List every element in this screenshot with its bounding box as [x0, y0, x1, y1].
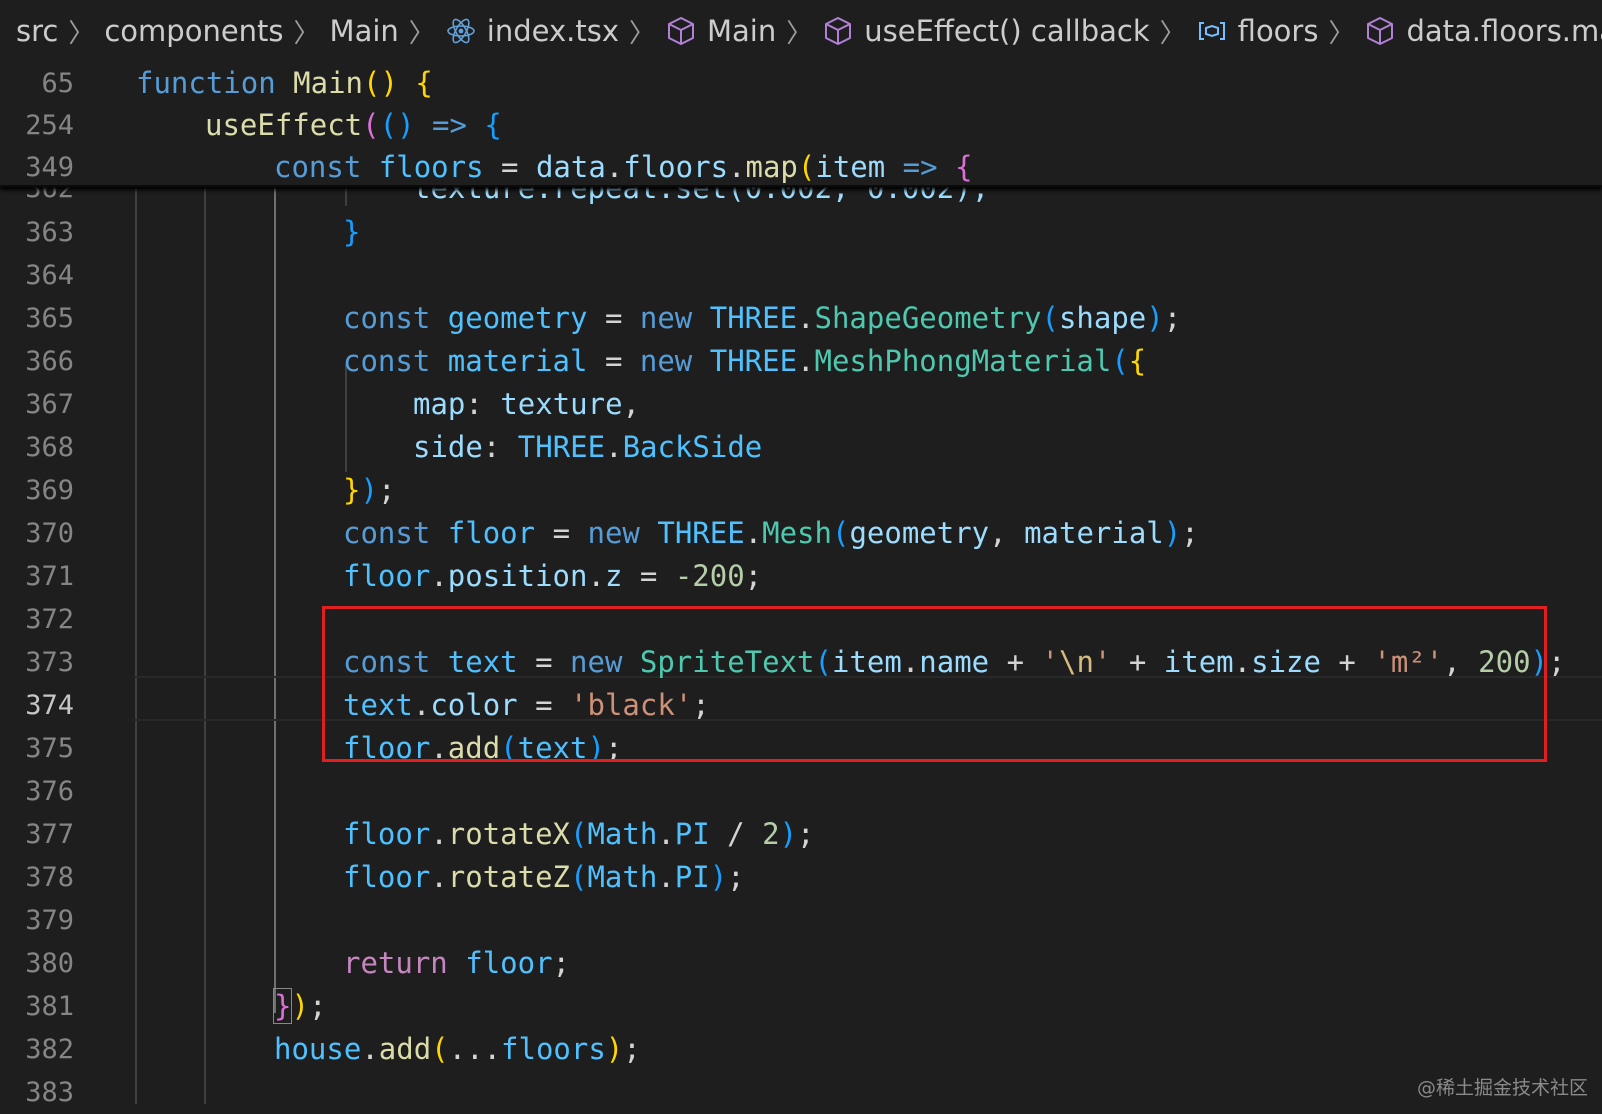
- code-text: floor.rotateZ(Math.PI);: [343, 860, 745, 894]
- code-line[interactable]: 368 side: THREE.BackSide: [0, 426, 1602, 469]
- line-number: 65: [41, 68, 74, 99]
- breadcrumb-label: data.floors.map: [1406, 14, 1602, 48]
- code-line[interactable]: 367 map: texture,: [0, 383, 1602, 426]
- line-number: 367: [25, 389, 74, 420]
- line-number: 365: [25, 303, 74, 334]
- code-text: });: [272, 988, 327, 1024]
- code-line[interactable]: 381 });: [0, 985, 1602, 1028]
- breadcrumb-label: Main: [329, 14, 399, 48]
- line-number: 254: [25, 110, 74, 141]
- sticky-line[interactable]: 65 function Main() {: [0, 62, 1602, 105]
- line-number: 372: [25, 604, 74, 635]
- code-text: floor.position.z = -200;: [343, 559, 763, 593]
- breadcrumb-label: useEffect() callback: [864, 14, 1150, 48]
- code-line[interactable]: 382 house.add(...floors);: [0, 1028, 1602, 1071]
- breadcrumb-label: src: [16, 14, 59, 48]
- breadcrumb-item-src[interactable]: src: [16, 14, 58, 48]
- line-number: 379: [25, 905, 74, 936]
- chevron-right-icon: 〉: [629, 18, 656, 49]
- breadcrumb-label: floors: [1237, 14, 1319, 48]
- code-line[interactable]: 383: [0, 1071, 1602, 1114]
- line-number: 369: [25, 475, 74, 506]
- code-text: house.add(...floors);: [274, 1032, 641, 1066]
- breadcrumb-item-useeffect[interactable]: useEffect() callback: [822, 14, 1150, 48]
- code-line[interactable]: 366 const material = new THREE.MeshPhong…: [0, 340, 1602, 383]
- variable-icon: [1196, 15, 1228, 47]
- code-text: const geometry = new THREE.ShapeGeometry…: [343, 301, 1182, 335]
- code-text: side: THREE.BackSide: [413, 430, 763, 464]
- chevron-right-icon: 〉: [1328, 18, 1355, 49]
- sticky-line[interactable]: 254 useEffect(() => {: [0, 104, 1602, 147]
- code-text: return floor;: [343, 946, 571, 980]
- breadcrumb-label: components: [104, 14, 284, 48]
- code-text: floor.rotateX(Math.PI / 2);: [343, 817, 815, 851]
- line-number: 382: [25, 1034, 74, 1065]
- code-text: map: texture,: [413, 387, 641, 421]
- line-number: 381: [25, 991, 74, 1022]
- line-number-active: 374: [25, 690, 74, 721]
- code-text: useEffect(() => {: [205, 108, 502, 142]
- code-text: const material = new THREE.MeshPhongMate…: [343, 344, 1147, 378]
- line-number: 378: [25, 862, 74, 893]
- line-number: 376: [25, 776, 74, 807]
- breadcrumb-label: index.tsx: [486, 14, 619, 48]
- line-number: 383: [25, 1077, 74, 1108]
- breadcrumb-item-data-floors-map[interactable]: data.floors.map: [1364, 14, 1602, 48]
- line-number: 375: [25, 733, 74, 764]
- code-text: }: [343, 215, 361, 249]
- code-line[interactable]: 370 const floor = new THREE.Mesh(geometr…: [0, 512, 1602, 555]
- line-number: 371: [25, 561, 74, 592]
- code-line[interactable]: 369 });: [0, 469, 1602, 512]
- line-number: 349: [25, 152, 74, 183]
- code-line[interactable]: 379: [0, 899, 1602, 942]
- code-line[interactable]: 371 floor.position.z = -200;: [0, 555, 1602, 598]
- chevron-right-icon: 〉: [408, 18, 435, 49]
- chevron-right-icon: 〉: [68, 18, 95, 49]
- breadcrumb-item-components[interactable]: components: [104, 14, 283, 48]
- red-annotation-box: [322, 606, 1547, 762]
- breadcrumb-item-main-function[interactable]: Main: [665, 14, 776, 48]
- code-line[interactable]: 376: [0, 770, 1602, 813]
- line-number: 370: [25, 518, 74, 549]
- code-line[interactable]: 364: [0, 254, 1602, 297]
- breadcrumb: src 〉 components 〉 Main 〉 index.tsx 〉 Ma…: [0, 0, 1602, 62]
- code-line[interactable]: 378 floor.rotateZ(Math.PI);: [0, 856, 1602, 899]
- breadcrumb-item-floors[interactable]: floors: [1196, 14, 1319, 48]
- watermark: @稀土掘金技术社区: [1416, 1077, 1588, 1099]
- chevron-right-icon: 〉: [293, 18, 320, 49]
- line-number: 380: [25, 948, 74, 979]
- cube-icon: [822, 15, 854, 47]
- line-number: 363: [25, 217, 74, 248]
- breadcrumb-item-main-folder[interactable]: Main: [330, 14, 399, 48]
- code-text: const floors = data.floors.map(item => {: [274, 150, 973, 184]
- chevron-right-icon: 〉: [786, 18, 813, 49]
- breadcrumb-label: Main: [707, 14, 777, 48]
- code-line[interactable]: 377 floor.rotateX(Math.PI / 2);: [0, 813, 1602, 856]
- line-number: 373: [25, 647, 74, 678]
- line-number: 364: [25, 260, 74, 291]
- line-number: 366: [25, 346, 74, 377]
- code-text: function Main() {: [136, 66, 433, 100]
- code-line[interactable]: 380 return floor;: [0, 942, 1602, 985]
- code-line[interactable]: 363 }: [0, 211, 1602, 254]
- line-number: 377: [25, 819, 74, 850]
- cube-icon: [1364, 15, 1396, 47]
- breadcrumb-item-index-tsx[interactable]: index.tsx: [445, 14, 619, 48]
- chevron-right-icon: 〉: [1159, 18, 1186, 49]
- line-number: 368: [25, 432, 74, 463]
- sticky-line[interactable]: 349 const floors = data.floors.map(item …: [0, 146, 1602, 189]
- react-icon: [445, 15, 477, 47]
- cube-icon: [665, 15, 697, 47]
- code-line[interactable]: 365 const geometry = new THREE.ShapeGeom…: [0, 297, 1602, 340]
- code-text: const floor = new THREE.Mesh(geometry, m…: [343, 516, 1199, 550]
- code-text: });: [343, 473, 396, 507]
- sticky-scroll-header[interactable]: 65 function Main() { 254 useEffect(() =>…: [0, 62, 1602, 189]
